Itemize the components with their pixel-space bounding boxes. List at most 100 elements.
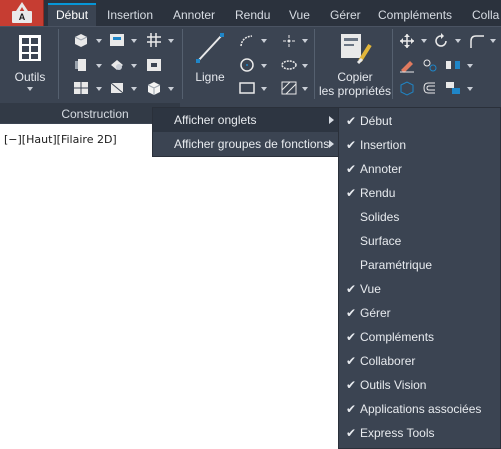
match-properties-label-line1[interactable]: Copier xyxy=(318,70,392,84)
menu-item-afficher-onglets[interactable]: Afficher onglets xyxy=(153,108,338,132)
construction-panel-title[interactable]: Construction xyxy=(40,107,150,121)
ellipse-icon[interactable] xyxy=(280,57,298,73)
submenu-item-collaborer[interactable]: ✔ Collaborer xyxy=(339,349,500,373)
submenu-item-label: Paramétrique xyxy=(360,258,433,272)
tab-collaborer[interactable]: Colla xyxy=(470,5,501,26)
circle-icon[interactable] xyxy=(238,57,256,73)
submenu-item-outils-vision[interactable]: ✔ Outils Vision xyxy=(339,373,500,397)
array-dropdown-caret[interactable] xyxy=(467,87,473,91)
submenu-item-label: Vue xyxy=(360,282,381,296)
tab-gerer[interactable]: Gérer xyxy=(328,5,363,26)
submenu-item-express-tools[interactable]: ✔ Express Tools xyxy=(339,421,500,445)
box-dropdown-caret[interactable] xyxy=(96,39,102,43)
checkmark-icon: ✔ xyxy=(346,282,357,296)
tab-complements[interactable]: Compléments xyxy=(376,5,454,26)
checkmark-icon: ✔ xyxy=(346,186,357,200)
hatch-dropdown-caret[interactable] xyxy=(302,87,308,91)
shell-dropdown-caret[interactable] xyxy=(96,64,102,68)
hatch-icon[interactable] xyxy=(280,80,298,96)
panel-separator xyxy=(182,29,183,99)
submenu-item-label: Compléments xyxy=(360,330,435,344)
submenu-item-label: Collaborer xyxy=(360,354,416,368)
line-button-label[interactable]: Ligne xyxy=(190,70,230,84)
union-dropdown-caret[interactable] xyxy=(131,64,137,68)
tab-rendu[interactable]: Rendu xyxy=(233,5,272,26)
point-icon[interactable] xyxy=(280,33,298,49)
checkmark-icon: ✔ xyxy=(346,162,357,176)
union-icon[interactable] xyxy=(108,57,126,73)
line-icon[interactable] xyxy=(194,31,226,65)
shell-icon[interactable] xyxy=(72,57,90,73)
outils-dropdown-caret[interactable] xyxy=(27,87,33,91)
mirror-icon[interactable] xyxy=(444,57,462,73)
section-plane-icon[interactable] xyxy=(145,57,163,73)
mesh-dropdown-caret[interactable] xyxy=(168,39,174,43)
fillet-icon[interactable] xyxy=(468,33,486,49)
submenu-item-annoter[interactable]: ✔ Annoter xyxy=(339,157,500,181)
checkmark-icon: ✔ xyxy=(346,114,357,128)
submenu-item-debut[interactable]: ✔ Début xyxy=(339,109,500,133)
ribbon-tab-bar: A Début Insertion Annoter Rendu Vue Gére… xyxy=(0,0,501,26)
copy-icon[interactable] xyxy=(421,57,439,73)
submenu-item-parametrique[interactable]: Paramétrique xyxy=(339,253,500,277)
mirror-dropdown-caret[interactable] xyxy=(467,64,473,68)
submenu-item-surface[interactable]: Surface xyxy=(339,229,500,253)
cube-dropdown-caret[interactable] xyxy=(168,87,174,91)
submenu-item-label: Applications associées xyxy=(360,402,482,416)
viewport-controls-label[interactable]: [−][Haut][Filaire 2D] xyxy=(4,133,117,146)
outils-icon[interactable] xyxy=(17,33,43,63)
mesh-grid-icon[interactable] xyxy=(145,32,163,48)
submenu-item-insertion[interactable]: ✔ Insertion xyxy=(339,133,500,157)
submenu-item-solides[interactable]: Solides xyxy=(339,205,500,229)
match-properties-label-line2[interactable]: les propriétés xyxy=(318,84,392,98)
box-solid-icon[interactable] xyxy=(72,32,90,48)
ribbon-context-menu: Afficher onglets Afficher groupes de fon… xyxy=(152,107,339,157)
tab-insertion[interactable]: Insertion xyxy=(105,5,155,26)
submenu-item-label: Rendu xyxy=(360,186,396,200)
polyline-icon[interactable] xyxy=(238,33,256,49)
fillet-dropdown-caret[interactable] xyxy=(490,39,496,43)
checkmark-icon: ✔ xyxy=(346,138,357,152)
application-menu-button[interactable]: A xyxy=(0,0,44,26)
match-properties-icon[interactable] xyxy=(338,31,374,65)
rectangle-dropdown-caret[interactable] xyxy=(261,87,267,91)
move-dropdown-caret[interactable] xyxy=(421,39,427,43)
point-dropdown-caret[interactable] xyxy=(302,39,308,43)
submenu-item-label: Outils Vision xyxy=(360,378,427,392)
grid-icon[interactable] xyxy=(72,80,90,96)
stretch-icon[interactable] xyxy=(398,80,416,96)
slice-dropdown-caret[interactable] xyxy=(131,87,137,91)
submenu-item-applications-associees[interactable]: ✔ Applications associées xyxy=(339,397,500,421)
submenu-item-label: Début xyxy=(360,114,393,128)
submenu-item-label: Insertion xyxy=(360,138,407,152)
array-icon[interactable] xyxy=(444,80,462,96)
grid-dropdown-caret[interactable] xyxy=(96,87,102,91)
erase-icon[interactable] xyxy=(398,57,416,73)
submenu-item-label: Annoter xyxy=(360,162,403,176)
cube-icon[interactable] xyxy=(145,80,163,96)
polyline-dropdown-caret[interactable] xyxy=(261,39,267,43)
circle-dropdown-caret[interactable] xyxy=(261,64,267,68)
rotate-icon[interactable] xyxy=(432,33,450,49)
tab-annoter[interactable]: Annoter xyxy=(171,5,217,26)
checkmark-icon: ✔ xyxy=(346,330,357,344)
ellipse-dropdown-caret[interactable] xyxy=(302,64,308,68)
extrude-icon[interactable] xyxy=(108,32,126,48)
rectangle-icon[interactable] xyxy=(238,80,256,96)
rotate-dropdown-caret[interactable] xyxy=(455,39,461,43)
move-icon[interactable] xyxy=(398,33,416,49)
tab-vue[interactable]: Vue xyxy=(287,5,312,26)
submenu-item-complements[interactable]: ✔ Compléments xyxy=(339,325,500,349)
app-button-label: A xyxy=(18,12,26,22)
submenu-item-gerer[interactable]: ✔ Gérer xyxy=(339,301,500,325)
submenu-item-label: Solides xyxy=(360,210,400,224)
tab-debut[interactable]: Début xyxy=(48,3,97,26)
menu-item-afficher-groupes[interactable]: Afficher groupes de fonctions xyxy=(153,132,338,156)
slice-icon[interactable] xyxy=(108,80,126,96)
offset-icon[interactable] xyxy=(421,80,439,96)
checkmark-icon: ✔ xyxy=(346,354,357,368)
submenu-item-rendu[interactable]: ✔ Rendu xyxy=(339,181,500,205)
submenu-item-vue[interactable]: ✔ Vue xyxy=(339,277,500,301)
extrude-dropdown-caret[interactable] xyxy=(131,39,137,43)
outils-button-label[interactable]: Outils xyxy=(10,70,50,84)
